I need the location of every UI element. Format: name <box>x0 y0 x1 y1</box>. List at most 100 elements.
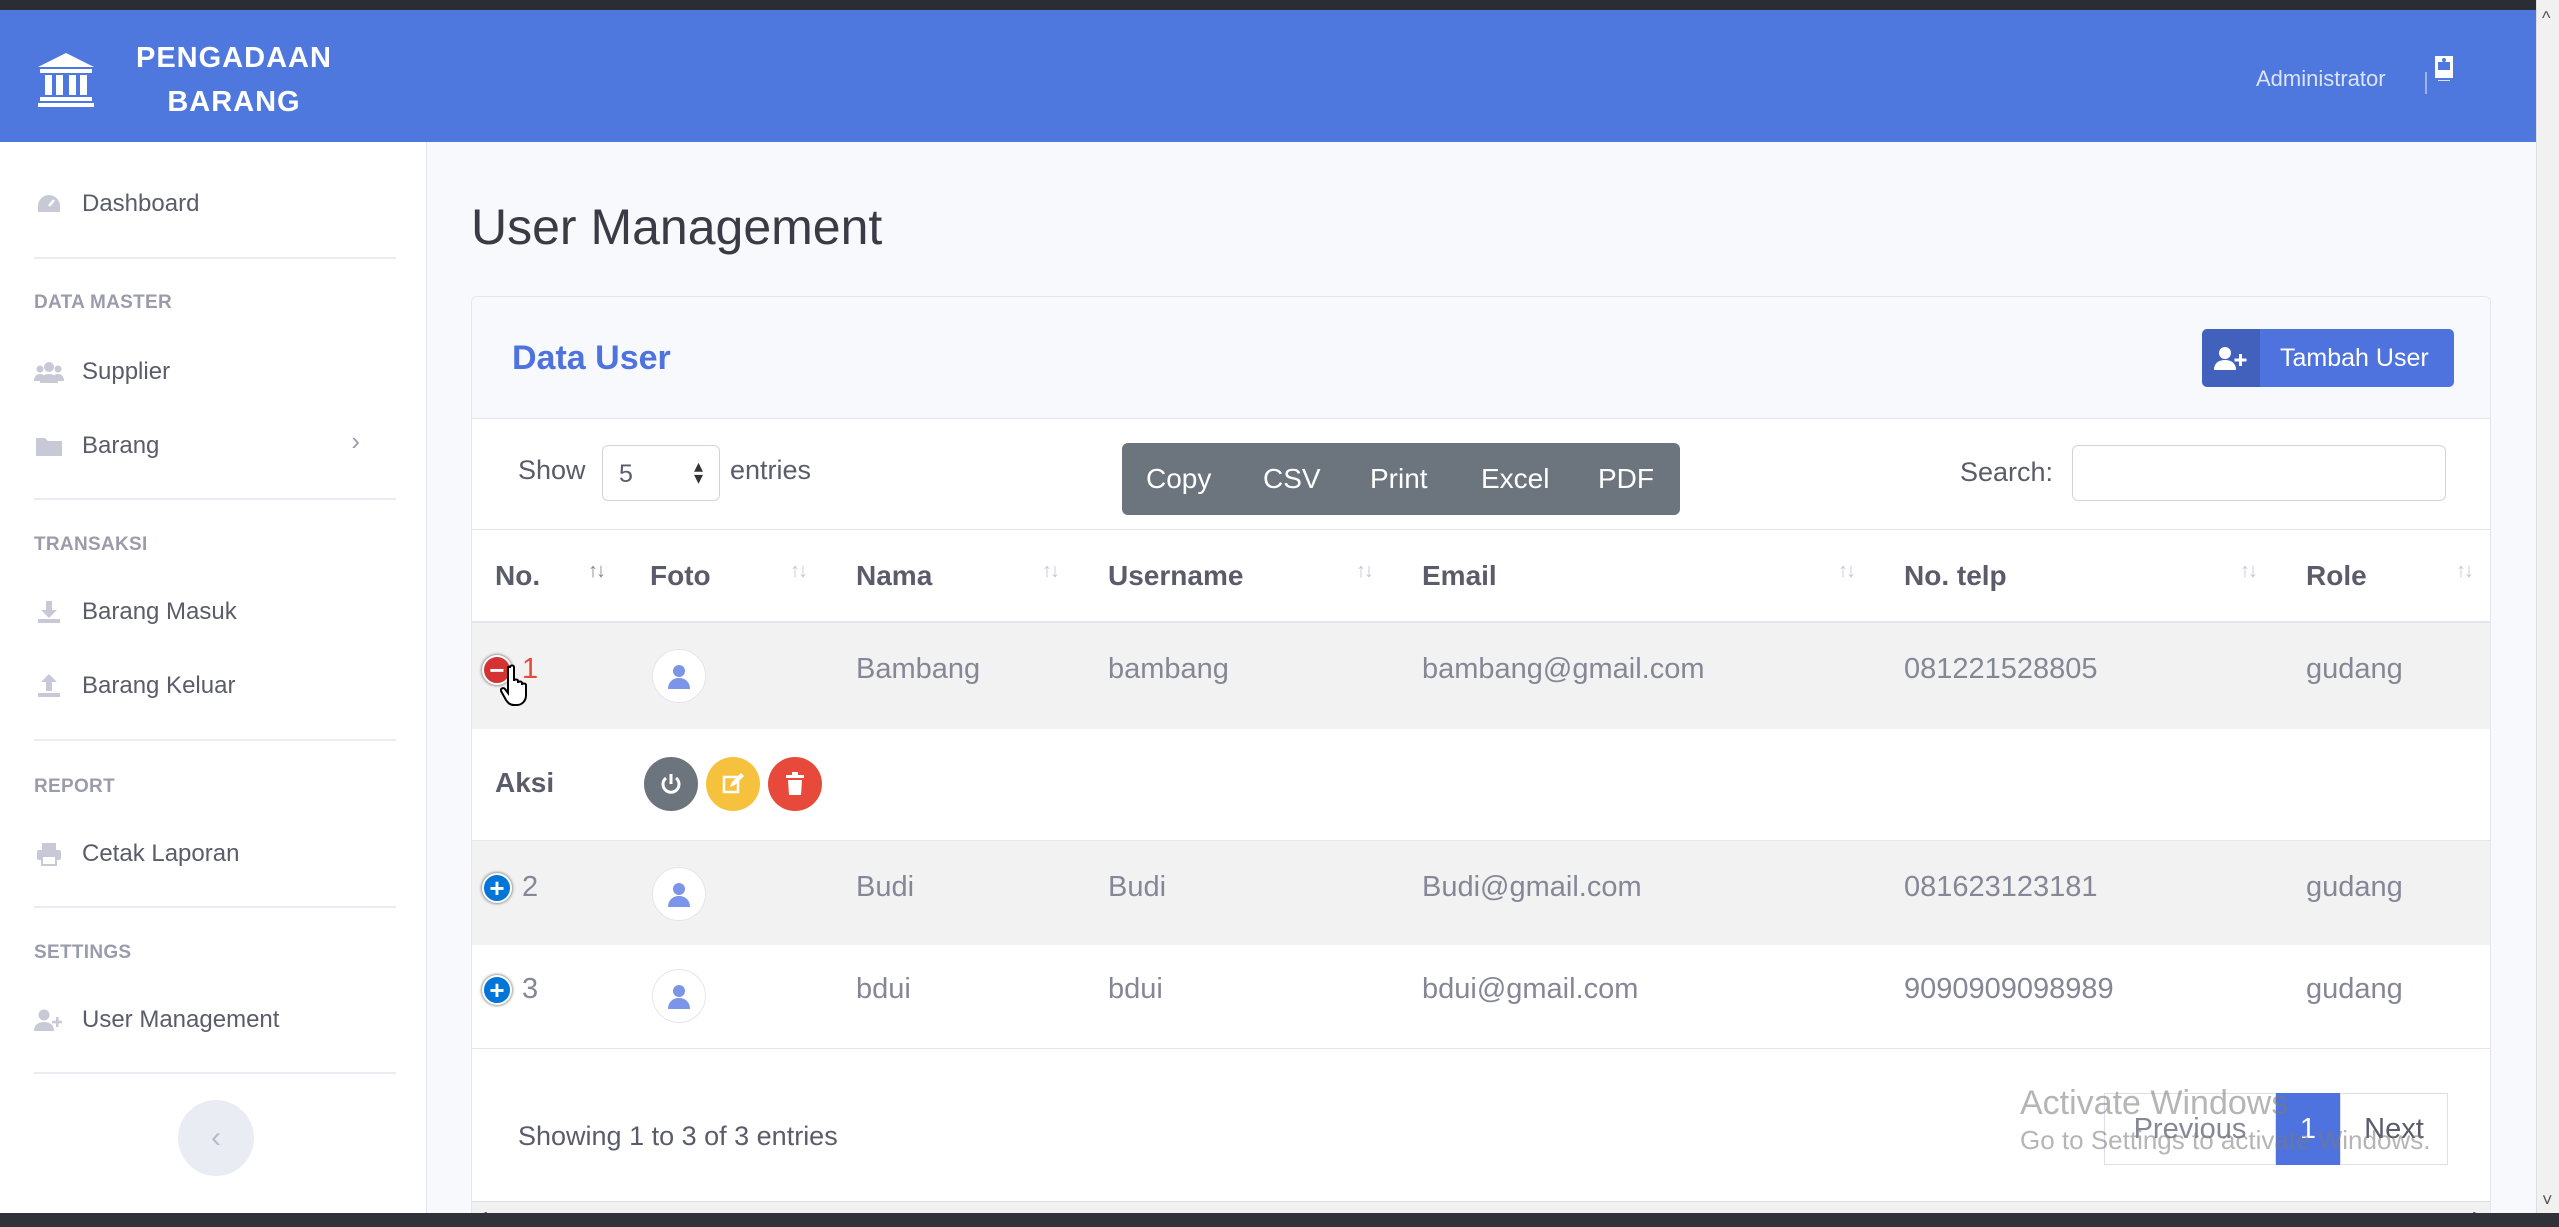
sidebar-item-label: Barang Masuk <box>82 598 237 625</box>
sidebar-heading-data-master: DATA MASTER <box>34 292 173 313</box>
horizontal-scrollbar[interactable]: ‹ › <box>472 1201 2490 1213</box>
taskbar-strip <box>0 1213 2559 1227</box>
cell-username: Budi <box>1108 871 1167 903</box>
sidebar-item-barang[interactable]: Barang › <box>34 426 396 466</box>
sidebar-item-user-management[interactable]: User Management <box>34 1000 279 1040</box>
user-avatar-icon <box>668 985 690 1009</box>
print-icon <box>34 842 64 866</box>
excel-button[interactable]: Excel <box>1481 463 1598 495</box>
pdf-button[interactable]: PDF <box>1598 463 1654 495</box>
expand-row-button[interactable]: + <box>482 975 512 1005</box>
column-header-foto[interactable]: Foto <box>650 560 711 592</box>
sort-icon: ↑↓ <box>2240 560 2258 582</box>
table-row[interactable]: − 1 Bambang bambang bambang@gmail.com 08… <box>472 623 2490 729</box>
sidebar-toggle-button[interactable]: ‹ <box>178 1100 254 1176</box>
column-header-nama[interactable]: Nama <box>856 560 932 592</box>
previous-page-button[interactable]: Previous <box>2104 1093 2276 1165</box>
column-header-no-telp[interactable]: No. telp <box>1904 560 2007 592</box>
sort-icon: ↑↓ <box>790 560 808 582</box>
page-length-select[interactable]: 5 ▴ ▾ <box>602 445 720 501</box>
sidebar-divider <box>34 739 396 741</box>
card-header: Data User Tambah User <box>472 297 2490 419</box>
bank-icon <box>38 53 94 107</box>
scroll-right-icon[interactable]: › <box>2472 1202 2480 1213</box>
cell-nama: Bambang <box>856 653 981 685</box>
page-1-button[interactable]: 1 <box>2276 1093 2340 1165</box>
dashboard-icon <box>34 192 64 216</box>
sidebar-item-label: Cetak Laporan <box>82 840 240 867</box>
sort-icon: ↑↓ <box>2456 560 2474 582</box>
add-user-button[interactable]: Tambah User <box>2202 329 2454 387</box>
chevron-left-icon: ‹ <box>211 1121 221 1154</box>
edit-icon <box>722 773 744 794</box>
scroll-up-icon[interactable]: ^ <box>2542 8 2550 29</box>
cell-role: gudang <box>2306 871 2403 903</box>
page-length-value: 5 <box>619 460 633 488</box>
sort-icon: ↑↓ <box>588 560 606 582</box>
sidebar-item-label: Barang <box>82 432 160 459</box>
sidebar-divider <box>34 1072 396 1074</box>
sort-icon: ↑↓ <box>1042 560 1060 582</box>
export-button-group: Copy CSV Print Excel PDF <box>1122 443 1680 515</box>
vertical-scrollbar[interactable]: ^ ˅ <box>2536 0 2559 1227</box>
search-label: Search: <box>1960 457 2054 487</box>
user-avatar-icon <box>668 883 690 907</box>
chevron-right-icon: › <box>351 426 360 456</box>
table-info: Showing 1 to 3 of 3 entries <box>518 1121 838 1151</box>
cell-no-telp: 9090909098989 <box>1904 973 2114 1005</box>
column-header-username[interactable]: Username <box>1108 560 1243 592</box>
scroll-down-icon[interactable]: ˅ <box>2542 1190 2553 1211</box>
sidebar-divider <box>34 906 396 908</box>
edit-button[interactable] <box>706 757 760 811</box>
expand-row-button[interactable]: + <box>482 873 512 903</box>
user-avatar-icon <box>668 665 690 689</box>
column-header-role[interactable]: Role <box>2306 560 2367 592</box>
sidebar-item-label: Barang Keluar <box>82 672 236 699</box>
show-label: Show <box>518 455 586 485</box>
cell-role: gudang <box>2306 973 2403 1005</box>
card-title: Data User <box>512 339 671 377</box>
cell-nama: bdui <box>856 973 911 1005</box>
sort-icon: ↑↓ <box>1356 560 1374 582</box>
delete-button[interactable] <box>768 757 822 811</box>
avatar <box>652 969 706 1023</box>
sidebar-divider <box>34 498 396 500</box>
sidebar: Dashboard DATA MASTER Supplier Barang › … <box>0 142 427 1213</box>
upload-icon <box>34 674 64 698</box>
print-button[interactable]: Print <box>1370 463 1481 495</box>
sidebar-item-barang-masuk[interactable]: Barang Masuk <box>34 592 237 632</box>
entries-label: entries <box>730 455 812 485</box>
column-header-no[interactable]: No. <box>495 560 540 592</box>
cell-email: bambang@gmail.com <box>1422 653 1705 685</box>
sidebar-item-barang-keluar[interactable]: Barang Keluar <box>34 666 235 706</box>
cell-username: bdui <box>1108 973 1163 1005</box>
cell-no: 2 <box>522 871 539 903</box>
topbar-divider <box>2425 72 2427 94</box>
brand[interactable]: PENGADAAN BARANG <box>36 40 366 120</box>
user-avatar-icon[interactable] <box>2432 54 2456 82</box>
scroll-left-icon[interactable]: ‹ <box>480 1202 488 1213</box>
cell-email: bdui@gmail.com <box>1422 973 1639 1005</box>
sidebar-item-label: Supplier <box>82 358 171 385</box>
table-row[interactable]: + 2 Budi Budi Budi@gmail.com 08162312318… <box>472 841 2490 945</box>
data-user-card: Data User Tambah User Show 5 ▴ ▾ entries … <box>471 296 2491 1213</box>
child-row-actions: Aksi <box>472 729 2490 841</box>
sort-icon: ↑↓ <box>1838 560 1856 582</box>
table-row[interactable]: + 3 bdui bdui bdui@gmail.com 90909090989… <box>472 945 2490 1049</box>
csv-button[interactable]: CSV <box>1263 463 1370 495</box>
sidebar-item-cetak-laporan[interactable]: Cetak Laporan <box>34 834 239 874</box>
sidebar-item-dashboard[interactable]: Dashboard <box>34 184 199 224</box>
toggle-active-button[interactable] <box>644 757 698 811</box>
next-page-button[interactable]: Next <box>2340 1093 2448 1165</box>
search-input[interactable] <box>2072 445 2446 501</box>
users-icon <box>34 360 64 384</box>
sidebar-item-supplier[interactable]: Supplier <box>34 352 170 392</box>
cell-no-telp: 081623123181 <box>1904 871 2098 903</box>
sidebar-heading-transaksi: TRANSAKSI <box>34 534 148 555</box>
sidebar-item-label: Dashboard <box>82 190 200 217</box>
column-header-email[interactable]: Email <box>1422 560 1497 592</box>
copy-button[interactable]: Copy <box>1146 463 1263 495</box>
add-user-label: Tambah User <box>2280 343 2429 372</box>
user-name[interactable]: Administrator <box>2256 66 2386 92</box>
sidebar-heading-report: REPORT <box>34 776 115 797</box>
